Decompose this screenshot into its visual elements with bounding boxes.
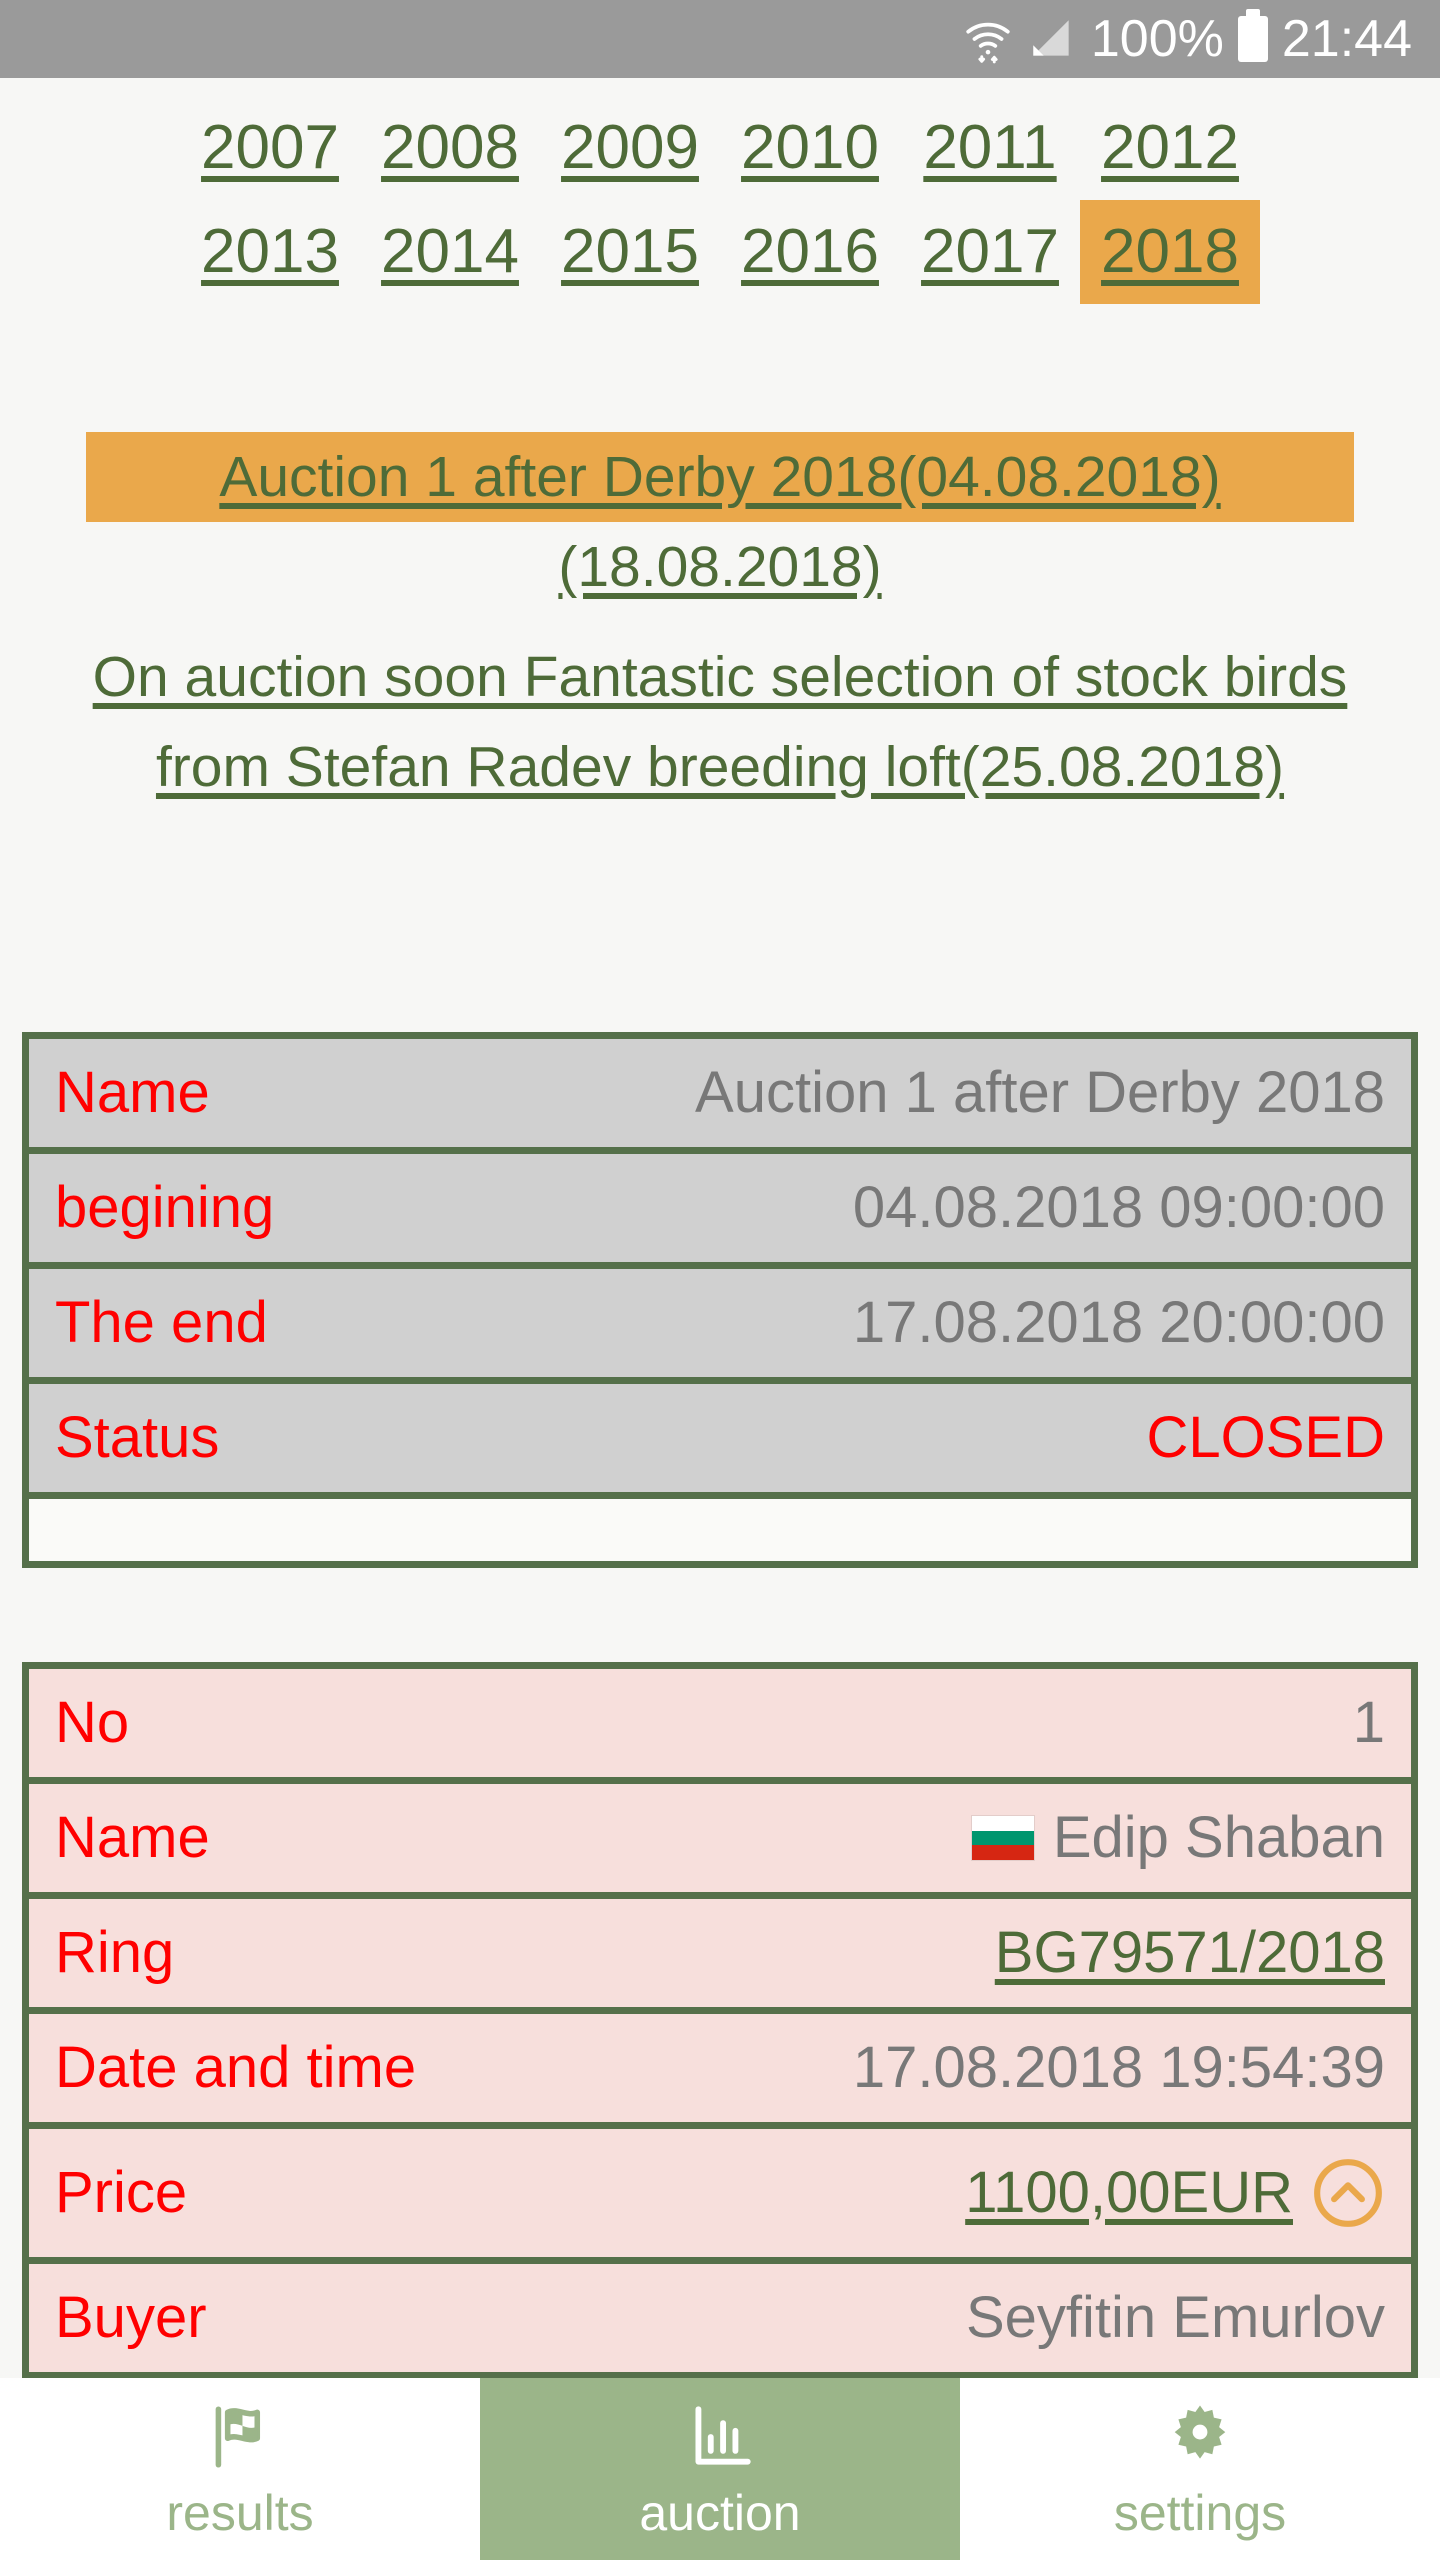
price-link[interactable]: 1100,00EUR (965, 2162, 1293, 2224)
link-spacer (86, 612, 1354, 632)
row-label-buyer: Buyer (55, 2284, 207, 2350)
year-link-2008[interactable]: 2008 (360, 96, 540, 200)
row-value-the-end: 17.08.2018 20:00:00 (852, 1289, 1385, 1355)
gear-icon (1163, 2400, 1237, 2474)
row-value-begining: 04.08.2018 09:00:00 (852, 1174, 1385, 1240)
year-selector: 2007 2008 2009 2010 2011 2012 2013 2014 … (0, 96, 1440, 304)
checkered-flag-icon (203, 2400, 277, 2474)
table-row-empty (29, 1499, 1411, 1561)
table-row-status: Status CLOSED (29, 1384, 1411, 1492)
table-row-the-end: The end 17.08.2018 20:00:00 (29, 1269, 1411, 1377)
nav-label-results: results (166, 2485, 314, 2541)
status-bar: 100% 21:44 (0, 0, 1440, 78)
nav-tab-results[interactable]: results (0, 2378, 480, 2560)
nav-tab-auction[interactable]: auction (480, 2378, 960, 2560)
row-value-bidder-name: Edip Shaban (1052, 1804, 1385, 1870)
auction-link-2[interactable]: (18.08.2018) (86, 522, 1354, 612)
table-row-name: Name Auction 1 after Derby 2018 (29, 1039, 1411, 1147)
auction-info-table: Name Auction 1 after Derby 2018 begining… (22, 1032, 1418, 1568)
year-link-2015[interactable]: 2015 (540, 200, 720, 304)
row-label-ring: Ring (55, 1919, 175, 1985)
year-link-2013[interactable]: 2013 (180, 200, 360, 304)
year-link-2011[interactable]: 2011 (900, 96, 1080, 200)
year-link-2018-selected[interactable]: 2018 (1080, 200, 1260, 304)
row-value-no: 1 (1352, 1689, 1385, 1755)
bottom-navigation: results auction settings (0, 2378, 1440, 2560)
ring-number-link[interactable]: BG79571/2018 (995, 1922, 1385, 1984)
battery-icon (1237, 9, 1268, 62)
bulgaria-flag-icon (970, 1814, 1035, 1861)
wifi-icon (963, 14, 1013, 64)
year-link-2010[interactable]: 2010 (720, 96, 900, 200)
row-label-begining: begining (55, 1174, 275, 1240)
table-row-ring: Ring BG79571/2018 (29, 1899, 1411, 2007)
row-label-bidder-name: Name (55, 1804, 210, 1870)
row-label-date-time: Date and time (55, 2034, 417, 2100)
nav-tab-settings[interactable]: settings (960, 2378, 1440, 2560)
year-link-2009[interactable]: 2009 (540, 96, 720, 200)
year-link-2016[interactable]: 2016 (720, 200, 900, 304)
year-link-2017[interactable]: 2017 (900, 200, 1080, 304)
auction-link-3[interactable]: On auction soon Fantastic selection of s… (86, 632, 1354, 812)
bid-detail-table: No 1 Name Edip Shaban Ring BG79571/2018 … (22, 1662, 1418, 2379)
row-value-buyer: Seyfitin Emurlov (965, 2284, 1385, 2350)
nav-label-settings: settings (1113, 2485, 1287, 2541)
status-clock: 21:44 (1281, 10, 1412, 68)
status-badge: CLOSED (1146, 1404, 1385, 1470)
chevron-up-circle-icon[interactable] (1311, 2156, 1385, 2230)
row-value-date-time: 17.08.2018 19:54:39 (852, 2034, 1385, 2100)
table-row-bidder-name: Name Edip Shaban (29, 1784, 1411, 1892)
year-link-2014[interactable]: 2014 (360, 200, 540, 304)
row-label-no: No (55, 1689, 130, 1755)
auction-link-list: Auction 1 after Derby 2018(04.08.2018) (… (0, 432, 1440, 812)
bidder-name-value-wrap: Edip Shaban (970, 1804, 1385, 1870)
table-row-buyer: Buyer Seyfitin Emurlov (29, 2264, 1411, 2372)
row-label-price: Price (55, 2159, 188, 2225)
table-row-begining: begining 04.08.2018 09:00:00 (29, 1154, 1411, 1262)
auction-link-1[interactable]: Auction 1 after Derby 2018(04.08.2018) (86, 432, 1354, 522)
signal-icon (1027, 14, 1077, 64)
app-screen: 100% 21:44 2007 2008 2009 2010 2011 2012… (0, 0, 1440, 2560)
table-row-no: No 1 (29, 1669, 1411, 1777)
year-link-2012[interactable]: 2012 (1080, 96, 1260, 200)
price-value-wrap: 1100,00EUR (965, 2156, 1385, 2230)
battery-percent: 100% (1090, 10, 1224, 68)
nav-label-auction: auction (639, 2485, 801, 2541)
row-label-name: Name (55, 1059, 210, 1125)
row-label-the-end: The end (55, 1289, 268, 1355)
table-row-date-time: Date and time 17.08.2018 19:54:39 (29, 2014, 1411, 2122)
row-value-name: Auction 1 after Derby 2018 (695, 1059, 1385, 1125)
table-row-price: Price 1100,00EUR (29, 2129, 1411, 2257)
year-link-2007[interactable]: 2007 (180, 96, 360, 200)
row-label-status: Status (55, 1404, 220, 1470)
bar-chart-icon (683, 2400, 757, 2474)
